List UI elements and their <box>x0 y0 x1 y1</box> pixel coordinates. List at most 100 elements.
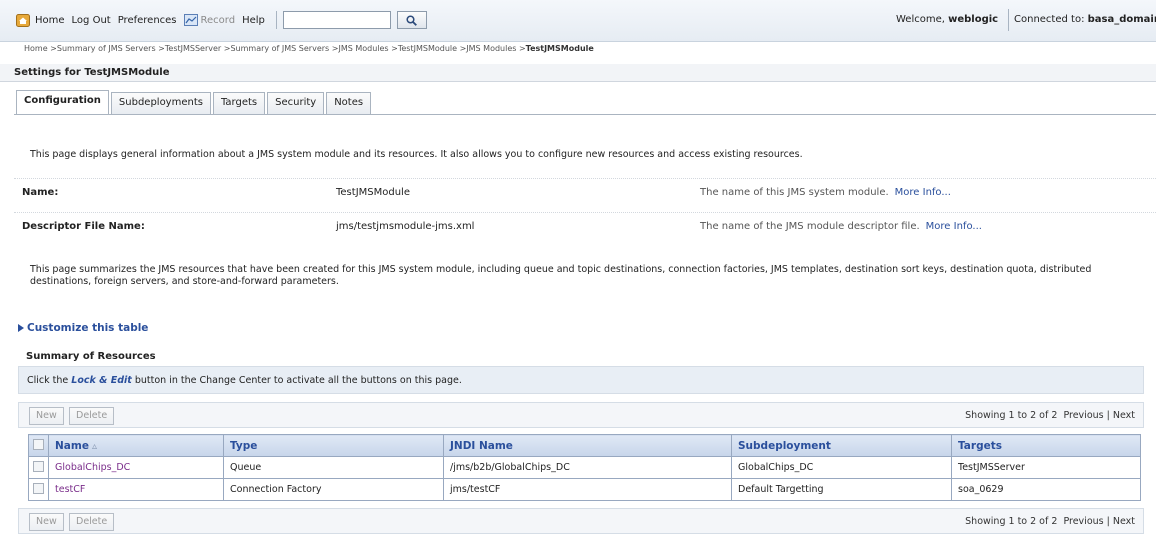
top-toolbar: Home Log Out Preferences Record Help Wel… <box>0 0 1156 42</box>
paging-text-bottom: Showing 1 to 2 of 2 <box>965 516 1058 527</box>
name-more-info-link[interactable]: More Info... <box>895 187 951 198</box>
row-select-cell <box>28 456 49 479</box>
toolbar-links: Home Log Out Preferences Record Help <box>16 10 427 30</box>
resource-link[interactable]: GlobalChips_DC <box>55 462 130 473</box>
logout-link[interactable]: Log Out <box>72 15 111 26</box>
name-help-text: The name of this JMS system module. <box>700 187 889 198</box>
lock-msg-suffix: button in the Change Center to activate … <box>131 375 462 386</box>
descriptor-help: The name of the JMS module descriptor fi… <box>700 221 982 232</box>
new-button-bottom[interactable]: New <box>29 513 64 531</box>
jndi-cell: jms/testCF <box>443 478 732 501</box>
name-value: TestJMSModule <box>336 187 410 198</box>
column-header-type[interactable]: Type <box>223 434 444 457</box>
sort-icon: ▵ <box>91 440 97 452</box>
paging-info: Showing 1 to 2 of 2 Previous | Next <box>965 410 1135 421</box>
breadcrumb-jms-servers-2[interactable]: Summary of JMS Servers <box>230 44 329 53</box>
home-icon[interactable] <box>16 13 30 27</box>
table-header-row: Name ▵ Type JNDI Name Subdeployment Targe… <box>28 434 1141 457</box>
tab-notes[interactable]: Notes <box>326 92 372 114</box>
username: weblogic <box>948 14 999 25</box>
resource-link[interactable]: testCF <box>55 484 85 495</box>
delete-button[interactable]: Delete <box>69 407 115 425</box>
breadcrumb-separator: > <box>388 44 398 53</box>
descriptor-help-text: The name of the JMS module descriptor fi… <box>700 221 920 232</box>
customize-table-link[interactable]: Customize this table <box>18 322 148 334</box>
targets-cell: soa_0629 <box>951 478 1141 501</box>
targets-cell: TestJMSServer <box>951 456 1141 479</box>
delete-button-bottom[interactable]: Delete <box>69 513 115 531</box>
breadcrumb-jms-modules-2[interactable]: JMS Modules <box>466 44 516 53</box>
row-checkbox[interactable] <box>33 460 44 472</box>
next-link-bottom[interactable]: Next <box>1113 516 1135 527</box>
table-row: testCF Connection Factory jms/testCF Def… <box>28 478 1141 501</box>
tab-subdeployments[interactable]: Subdeployments <box>110 92 211 114</box>
breadcrumb-separator: > <box>516 44 526 53</box>
help-link[interactable]: Help <box>242 15 265 26</box>
name-help: The name of this JMS system module. More … <box>700 187 951 198</box>
summary-of-resources-title: Summary of Resources <box>26 351 156 362</box>
tab-targets[interactable]: Targets <box>212 92 266 114</box>
expand-triangle-icon <box>18 324 24 332</box>
breadcrumb-separator: > <box>457 44 467 53</box>
paging-info-bottom: Showing 1 to 2 of 2 Previous | Next <box>965 516 1135 527</box>
previous-link-bottom[interactable]: Previous <box>1063 516 1103 527</box>
column-name-label: Name <box>55 439 89 452</box>
breadcrumb: Home >Summary of JMS Servers >TestJMSSer… <box>24 44 594 53</box>
toolbar-divider <box>275 11 277 29</box>
record-icon <box>183 14 198 26</box>
lock-edit-text: Lock & Edit <box>71 375 132 386</box>
descriptor-label: Descriptor File Name: <box>22 221 145 232</box>
tab-bar: Configuration Subdeployments Targets Sec… <box>16 90 373 114</box>
name-label: Name: <box>22 187 59 198</box>
tab-security[interactable]: Security <box>267 92 325 114</box>
summary-description: This page summarizes the JMS resources t… <box>30 264 1092 287</box>
domain-name: basa_domain <box>1087 14 1156 25</box>
customize-label: Customize this table <box>27 322 149 334</box>
table-controls-bottom: New Delete Showing 1 to 2 of 2 Previous … <box>18 508 1144 534</box>
breadcrumb-separator: > <box>47 44 57 53</box>
breadcrumb-jms-modules[interactable]: JMS Modules <box>338 44 388 53</box>
column-header-jndi[interactable]: JNDI Name <box>443 434 732 457</box>
connected-text: Connected to: basa_domain <box>1014 14 1156 25</box>
jndi-cell: /jms/b2b/GlobalChips_DC <box>443 456 732 479</box>
record-link[interactable]: Record <box>201 15 236 26</box>
subdeployment-cell: Default Targetting <box>731 478 952 501</box>
tab-configuration[interactable]: Configuration <box>16 90 109 114</box>
connected-prefix: Connected to: <box>1014 14 1088 25</box>
welcome-prefix: Welcome, <box>896 14 949 25</box>
new-button[interactable]: New <box>29 407 64 425</box>
home-link[interactable]: Home <box>35 15 65 26</box>
table-controls-top: New Delete Showing 1 to 2 of 2 Previous … <box>18 402 1144 428</box>
column-header-name[interactable]: Name ▵ <box>48 434 224 457</box>
welcome-text: Welcome, weblogic <box>896 14 998 25</box>
tab-underline <box>14 114 1156 115</box>
type-cell: Queue <box>223 456 444 479</box>
select-all-checkbox[interactable] <box>33 438 44 450</box>
select-all-cell <box>28 434 49 457</box>
preferences-link[interactable]: Preferences <box>118 15 177 26</box>
descriptor-value: jms/testjmsmodule-jms.xml <box>336 221 475 232</box>
next-link[interactable]: Next <box>1113 410 1135 421</box>
breadcrumb-test-jms-server[interactable]: TestJMSServer <box>165 44 221 53</box>
type-cell: Connection Factory <box>223 478 444 501</box>
previous-link[interactable]: Previous <box>1063 410 1103 421</box>
name-cell: testCF <box>48 478 224 501</box>
row-select-cell <box>28 478 49 501</box>
column-header-subdeployment[interactable]: Subdeployment <box>731 434 952 457</box>
intro-text: This page displays general information a… <box>30 149 803 160</box>
lock-edit-message: Click the Lock & Edit button in the Chan… <box>18 366 1144 394</box>
breadcrumb-jms-servers[interactable]: Summary of JMS Servers <box>57 44 156 53</box>
breadcrumb-home[interactable]: Home <box>24 44 48 53</box>
search-input[interactable] <box>282 11 391 29</box>
lock-msg-prefix: Click the <box>27 375 72 386</box>
column-header-targets[interactable]: Targets <box>951 434 1141 457</box>
name-cell: GlobalChips_DC <box>48 456 224 479</box>
row-checkbox[interactable] <box>33 482 44 494</box>
breadcrumb-separator: > <box>155 44 165 53</box>
table-row: GlobalChips_DC Queue /jms/b2b/GlobalChip… <box>28 456 1141 479</box>
paging-text: Showing 1 to 2 of 2 <box>965 410 1058 421</box>
search-button[interactable] <box>396 11 427 29</box>
name-field-row: Name: TestJMSModule The name of this JMS… <box>14 178 1156 208</box>
breadcrumb-test-jms-module[interactable]: TestJMSModule <box>398 44 457 53</box>
descriptor-more-info-link[interactable]: More Info... <box>926 221 982 232</box>
